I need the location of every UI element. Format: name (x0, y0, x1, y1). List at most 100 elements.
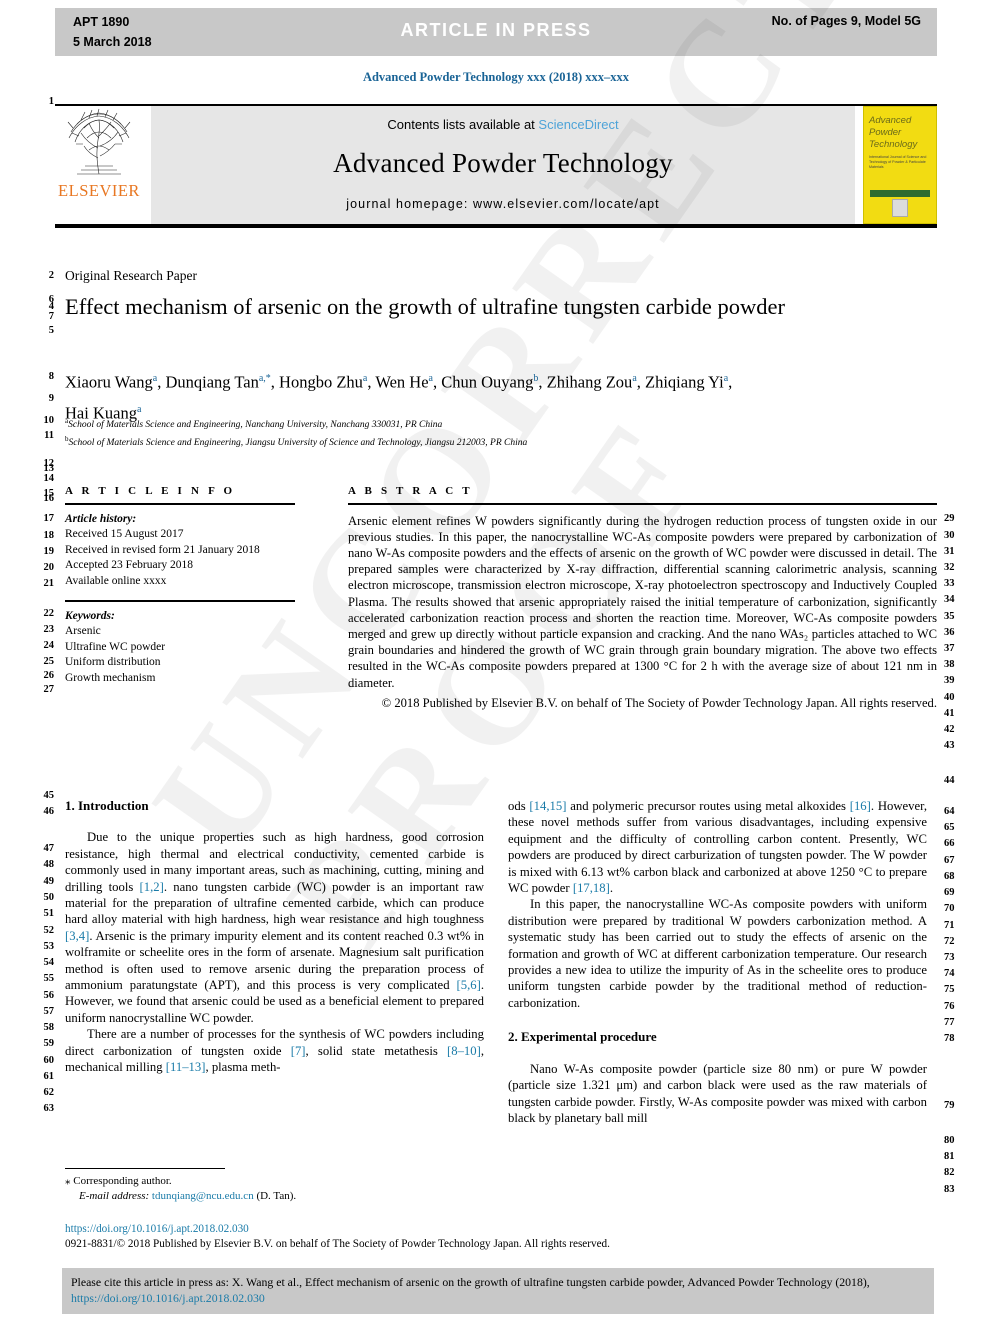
keyword-item: Arsenic (65, 625, 101, 638)
cover-title-line-3: Technology (869, 139, 918, 150)
line-number: 50 (43, 892, 55, 903)
page-title: Effect mechanism of arsenic on the growt… (65, 294, 785, 319)
abstract-heading: A B S T R A C T (348, 485, 473, 497)
abstract-rule (348, 503, 937, 505)
keyword-item: Growth mechanism (65, 671, 156, 684)
line-number: 7 (48, 311, 54, 322)
history-item: Available online xxxx (65, 574, 167, 587)
intro-p2-d-trunc: , plasma meth- (205, 1060, 281, 1075)
pages-model-text: No. of Pages 9, Model 5G (771, 14, 921, 28)
abstract-copyright: © 2018 Published by Elsevier B.V. on beh… (381, 695, 937, 710)
sciencedirect-link[interactable]: ScienceDirect (538, 117, 618, 132)
article-type-label: Original Research Paper (65, 268, 197, 283)
citation-ref[interactable]: [3,4] (65, 929, 89, 943)
line-number: 2 (48, 270, 54, 281)
masthead-center: Contents lists available at ScienceDirec… (151, 106, 855, 224)
line-number: 8 (48, 371, 54, 382)
line-number: 43 (944, 740, 955, 751)
intro-p2-b: , solid state metathesis (305, 1043, 447, 1058)
line-number: 19 (43, 546, 55, 557)
cover-subtitle: International Journal of Science and Tec… (869, 155, 927, 169)
email-link[interactable]: tdunqiang@ncu.edu.cn (152, 1190, 254, 1202)
contents-prefix: Contents lists available at (387, 117, 539, 132)
line-number: 70 (944, 903, 955, 914)
line-number: 40 (944, 692, 955, 703)
article-info-rule (65, 503, 295, 505)
footnote-separator-rule (65, 1168, 225, 1169)
line-number: 48 (43, 859, 55, 870)
line-number: 56 (43, 990, 55, 1001)
cover-title-line-1: Advanced (869, 115, 912, 126)
line-number: 16 (43, 493, 55, 504)
article-history-label: Article history: (65, 512, 137, 525)
line-number: 25 (43, 656, 55, 667)
line-number: 17 (43, 513, 55, 524)
line-number: 44 (944, 775, 955, 786)
line-number: 68 (944, 871, 955, 882)
line-number: 5 (48, 325, 54, 336)
article-history-block: Article history: Received 15 August 2017… (65, 512, 295, 590)
history-item: Accepted 23 February 2018 (65, 559, 194, 572)
citation-ref[interactable]: [16] (850, 799, 871, 813)
line-number: 23 (43, 624, 55, 635)
section-heading-experimental: 2. Experimental procedure (508, 1029, 657, 1045)
citation-ref[interactable]: [7] (291, 1044, 306, 1058)
experimental-paragraph-1: Nano W-As composite powder (particle siz… (508, 1061, 927, 1125)
citation-ref[interactable]: [5,6] (457, 978, 481, 992)
line-number: 38 (944, 659, 955, 670)
doi-link[interactable]: https://doi.org/10.1016/j.apt.2018.02.03… (65, 1222, 765, 1237)
email-note: E-mail address: tdunqiang@ncu.edu.cn (D.… (65, 1189, 484, 1204)
line-number: 20 (43, 562, 55, 573)
line-number: 26 (43, 670, 55, 681)
section-heading-introduction: 1. Introduction (65, 798, 149, 813)
issn-copyright-line: 0921-8831/© 2018 Published by Elsevier B… (65, 1237, 610, 1250)
citation-ref[interactable]: [8–10] (447, 1044, 481, 1058)
line-number: 24 (43, 640, 55, 651)
line-number: 37 (944, 643, 955, 654)
journal-homepage-line[interactable]: journal homepage: www.elsevier.com/locat… (151, 197, 855, 211)
line-number: 21 (43, 578, 55, 589)
cite-doi-link[interactable]: https://doi.org/10.1016/j.apt.2018.02.03… (71, 1291, 265, 1305)
line-number: 57 (43, 1006, 55, 1017)
citation-ref[interactable]: [14,15] (529, 799, 566, 813)
line-number: 65 (944, 822, 955, 833)
journal-reference-line: Advanced Powder Technology xxx (2018) xx… (362, 70, 630, 84)
citation-ref[interactable]: [11–13] (166, 1060, 206, 1074)
article-info-column: A R T I C L E I N F O Article history: R… (65, 485, 295, 686)
line-number: 55 (43, 973, 55, 984)
line-number: 10 (43, 415, 55, 426)
cover-title: Advanced Powder Technology (864, 107, 936, 151)
elsevier-logo: ELSEVIER (55, 106, 143, 224)
citation-ref[interactable]: [17,18] (573, 881, 610, 895)
line-number: 61 (43, 1071, 55, 1082)
affiliation-list: aSchool of Materials Science and Enginee… (65, 414, 865, 450)
line-number: 33 (944, 578, 955, 589)
cover-green-bar (870, 190, 930, 197)
line-number: 66 (944, 838, 955, 849)
line-number: 41 (944, 708, 955, 719)
intro-p1-c: . Arsenic is the primary impurity elemen… (65, 928, 484, 993)
line-number: 60 (43, 1055, 55, 1066)
line-number: 14 (43, 473, 55, 484)
line-number: 9 (48, 393, 54, 404)
line-number: 69 (944, 887, 955, 898)
line-number: 58 (43, 1022, 55, 1033)
line-number: 52 (43, 925, 55, 936)
line-number: 46 (43, 806, 55, 817)
line-number: 1 (48, 96, 54, 107)
line-number: 59 (43, 1038, 55, 1049)
affiliation-a: aSchool of Materials Science and Enginee… (65, 417, 443, 431)
line-number: 18 (43, 530, 55, 541)
intro-p2-g: . (609, 881, 614, 896)
line-number: 80 (944, 1135, 955, 1146)
keywords-label: Keywords: (65, 609, 115, 622)
line-number: 42 (944, 724, 955, 735)
corresponding-author-note: ⁎ Corresponding author. (65, 1175, 172, 1187)
affiliation-a-text: School of Materials Science and Engineer… (68, 420, 443, 431)
citation-ref[interactable]: [1,2] (140, 880, 164, 894)
history-item: Received in revised form 21 January 2018 (65, 543, 260, 556)
cite-inner: Please cite this article in press as: X.… (71, 1274, 925, 1306)
intro-paragraph-3: In this paper, the nanocrystalline WC-As… (508, 897, 927, 1010)
line-number: 77 (944, 1017, 955, 1028)
cite-this-article-footer: Please cite this article in press as: X.… (62, 1268, 934, 1314)
